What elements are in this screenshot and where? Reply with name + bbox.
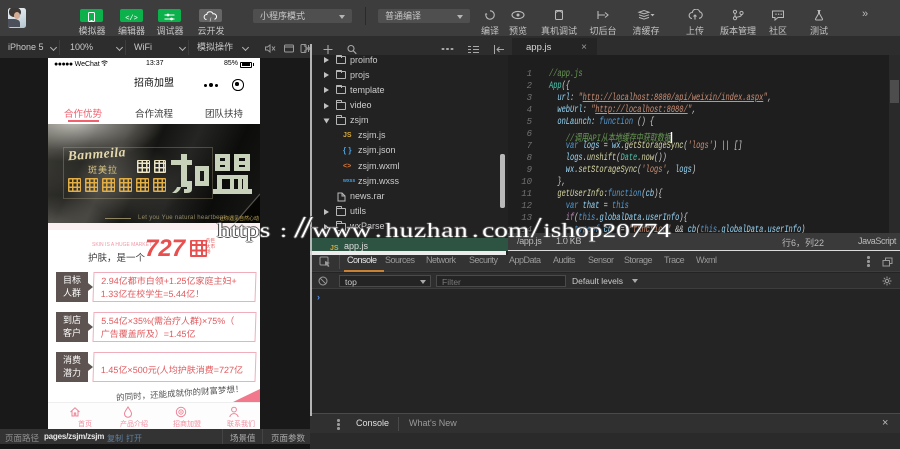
svg-text:/: /: [210, 17, 212, 23]
svg-text:</>: </>: [125, 15, 138, 23]
